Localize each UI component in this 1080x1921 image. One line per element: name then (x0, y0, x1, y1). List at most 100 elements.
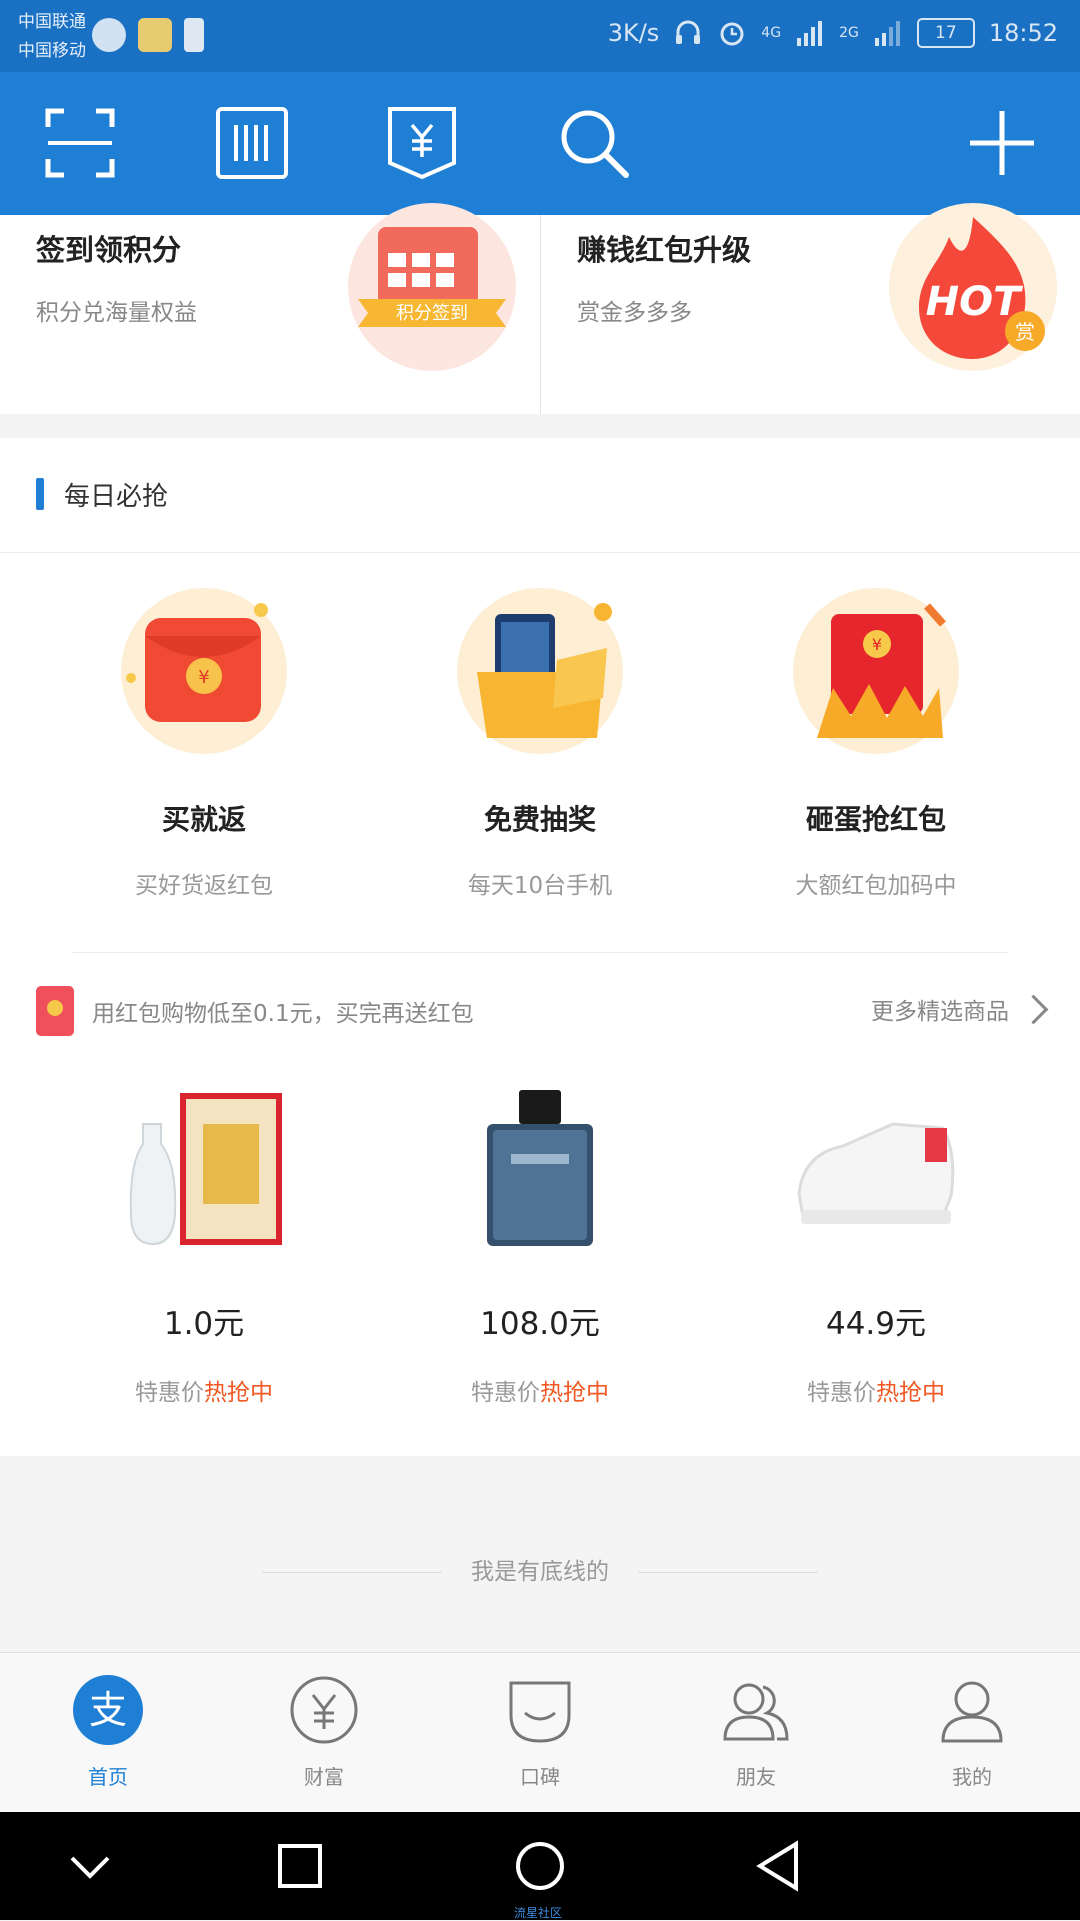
deal-subtitle: 买好货返红包 (135, 873, 273, 899)
hot-fire-icon: HOT 赏 (889, 203, 1057, 371)
more-products-link[interactable]: 更多精选商品 (871, 992, 1049, 1026)
plus-icon (970, 111, 1034, 175)
watermark-text: 流星社区 (514, 1906, 563, 1920)
carrier-1: 中国联通 (18, 12, 86, 32)
tab-label: 财富 (304, 1765, 344, 1789)
top-cards: 签到领积分 积分兑海量权益 积分签到 赚钱红包升级 赏金多多多 HOT 赏 (0, 203, 1080, 414)
smile-bag-icon (509, 1681, 571, 1743)
daily-deals-section: 每日必抢 ¥ 买就返 买好货返红包 免费抽奖 每天10台手机 ¥ 砸蛋抢红包 大… (0, 438, 1080, 1456)
carrier-info: 中国联通 中国移动 (18, 8, 86, 66)
tab-me[interactable]: 我的 (864, 1675, 1080, 1790)
deal-smash-egg[interactable]: ¥ 砸蛋抢红包 大额红包加码中 (708, 588, 1044, 900)
product-tag: 特惠价热抢中 (471, 1380, 609, 1406)
recents-square-icon[interactable] (272, 1838, 328, 1894)
tab-koubei[interactable]: 口碑 (432, 1675, 648, 1790)
sneaker-image (793, 1084, 959, 1250)
header-toolbar (0, 72, 1080, 215)
red-packet-icon (36, 986, 74, 1036)
card-title: 赚钱红包升级 (577, 233, 752, 267)
signal-icon-1 (797, 21, 823, 46)
status-right: 3K/s 4G 2G 17 18:52 (608, 18, 1058, 48)
network-speed: 3K/s (607, 19, 660, 47)
alert-notification-icon (184, 18, 204, 52)
svg-text:¥: ¥ (872, 635, 882, 654)
search-button[interactable] (556, 105, 632, 181)
alipay-home-icon: 支 (73, 1675, 143, 1745)
section-divider (72, 952, 1008, 953)
back-triangle-icon[interactable] (752, 1838, 808, 1894)
friends-icon (723, 1683, 789, 1741)
headphones-icon (676, 20, 701, 44)
checkin-card[interactable]: 签到领积分 积分兑海量权益 积分签到 (0, 203, 540, 414)
tab-label: 朋友 (736, 1765, 776, 1789)
promo-text: 用红包购物低至0.1元，买完再送红包 (92, 1001, 474, 1027)
add-button[interactable] (964, 105, 1040, 181)
carrier-2: 中国移动 (18, 41, 86, 61)
red-envelope-icon: ¥ (121, 588, 287, 754)
more-products-label: 更多精选商品 (871, 999, 1009, 1025)
notification-icons (92, 18, 204, 52)
tab-home[interactable]: 支 首页 (0, 1675, 216, 1790)
svg-text:HOT: HOT (926, 279, 1023, 325)
divider-line (261, 1572, 442, 1573)
star-notification-icon (138, 18, 172, 52)
deal-title: 买就返 (161, 803, 246, 836)
home-circle-icon[interactable] (512, 1838, 568, 1894)
deal-title: 免费抽奖 (483, 803, 596, 836)
signal-icon-2 (874, 21, 900, 46)
tab-label: 我的 (952, 1765, 992, 1789)
smash-egg-envelope-icon: ¥ (793, 588, 959, 754)
tab-friends[interactable]: 朋友 (648, 1675, 864, 1790)
svg-text:支: 支 (89, 1688, 127, 1732)
search-icon (561, 110, 629, 178)
product-card[interactable]: 1.0元 特惠价热抢中 (36, 1084, 372, 1407)
tab-label: 首页 (88, 1765, 128, 1789)
tab-label: 口碑 (520, 1765, 560, 1789)
chevron-right-icon (1018, 994, 1049, 1024)
network-type-2: 2G (839, 25, 859, 41)
baijiu-bottle-image (121, 1084, 287, 1250)
svg-text:赏: 赏 (1015, 320, 1035, 344)
network-type-1: 4G (761, 25, 782, 41)
card-title: 签到领积分 (36, 233, 182, 267)
tab-wealth[interactable]: 财富 (216, 1675, 432, 1790)
deal-subtitle: 每天10台手机 (467, 873, 613, 899)
collect-money-button[interactable] (384, 105, 460, 181)
gift-box-phone-icon (457, 588, 623, 754)
deal-title: 砸蛋抢红包 (805, 803, 946, 836)
section-accent-bar (36, 478, 44, 510)
reward-upgrade-card[interactable]: 赚钱红包升级 赏金多多多 HOT 赏 (541, 203, 1080, 414)
app-notification-icon (92, 18, 126, 52)
product-tag: 特惠价热抢中 (807, 1380, 945, 1406)
section-title: 每日必抢 (64, 482, 169, 512)
status-bar: 中国联通 中国移动 3K/s 4G 2G 17 18:52 (0, 0, 1080, 72)
product-price: 1.0元 (163, 1306, 245, 1342)
svg-text:积分签到: 积分签到 (396, 303, 468, 324)
yuan-coin-icon (290, 1676, 358, 1744)
alarm-icon (720, 22, 744, 46)
scan-icon (45, 108, 115, 178)
barcode-icon (216, 107, 288, 179)
perfume-bottle-image (457, 1084, 623, 1250)
bottom-tab-bar: 支 首页 财富 口碑 朋友 我的 (0, 1652, 1080, 1813)
battery-icon: 17 (916, 18, 975, 48)
product-price: 108.0元 (480, 1306, 600, 1342)
user-icon (941, 1681, 1003, 1743)
chevron-down-icon[interactable] (62, 1838, 118, 1894)
divider-line (638, 1572, 819, 1573)
scan-button[interactable] (42, 105, 118, 181)
deal-cashback[interactable]: ¥ 买就返 买好货返红包 (36, 588, 372, 900)
product-card[interactable]: 44.9元 特惠价热抢中 (708, 1084, 1044, 1407)
product-tag: 特惠价热抢中 (135, 1380, 273, 1406)
product-price: 44.9元 (825, 1306, 927, 1342)
system-nav-bar: 流星社区 (0, 1812, 1080, 1920)
svg-text:¥: ¥ (198, 667, 209, 688)
promo-row[interactable]: 用红包购物低至0.1元，买完再送红包 更多精选商品 (0, 986, 1080, 1066)
section-header: 每日必抢 (0, 438, 1080, 553)
pay-code-button[interactable] (214, 105, 290, 181)
card-subtitle: 积分兑海量权益 (36, 300, 197, 326)
deal-lottery[interactable]: 免费抽奖 每天10台手机 (372, 588, 708, 900)
calendar-icon: 积分签到 (348, 203, 516, 371)
product-card[interactable]: 108.0元 特惠价热抢中 (372, 1084, 708, 1407)
clock: 18:52 (988, 19, 1058, 47)
